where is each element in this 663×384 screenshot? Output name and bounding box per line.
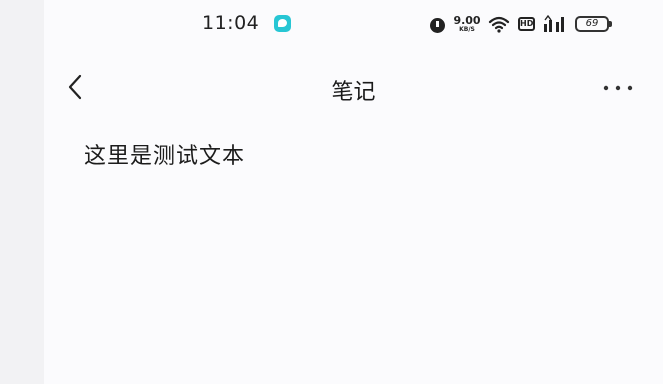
status-icons: 9.00 KB/S HD 69 xyxy=(429,13,612,35)
note-screen: 11:04 9.00 KB/S HD 69 笔记 这里是测试文本 xyxy=(44,0,663,384)
more-options-button[interactable] xyxy=(601,76,635,100)
page-title: 笔记 xyxy=(331,80,376,105)
navigation-bar: 笔记 xyxy=(44,62,663,114)
status-bar: 11:04 9.00 KB/S HD 69 xyxy=(44,0,663,50)
signal-icon xyxy=(543,15,567,33)
battery-icon: 69 xyxy=(575,16,612,32)
status-time: 11:04 xyxy=(202,12,260,34)
notification-app-icon xyxy=(274,15,291,32)
network-speed: 9.00 KB/S xyxy=(453,14,481,33)
wifi-icon xyxy=(488,15,510,33)
hd-icon: HD xyxy=(518,17,535,31)
network-speed-value: 9.00 xyxy=(453,14,481,27)
alarm-icon xyxy=(429,16,446,33)
network-speed-unit: KB/S xyxy=(459,26,475,33)
more-horizontal-icon xyxy=(603,85,633,91)
note-content[interactable]: 这里是测试文本 xyxy=(84,138,245,170)
